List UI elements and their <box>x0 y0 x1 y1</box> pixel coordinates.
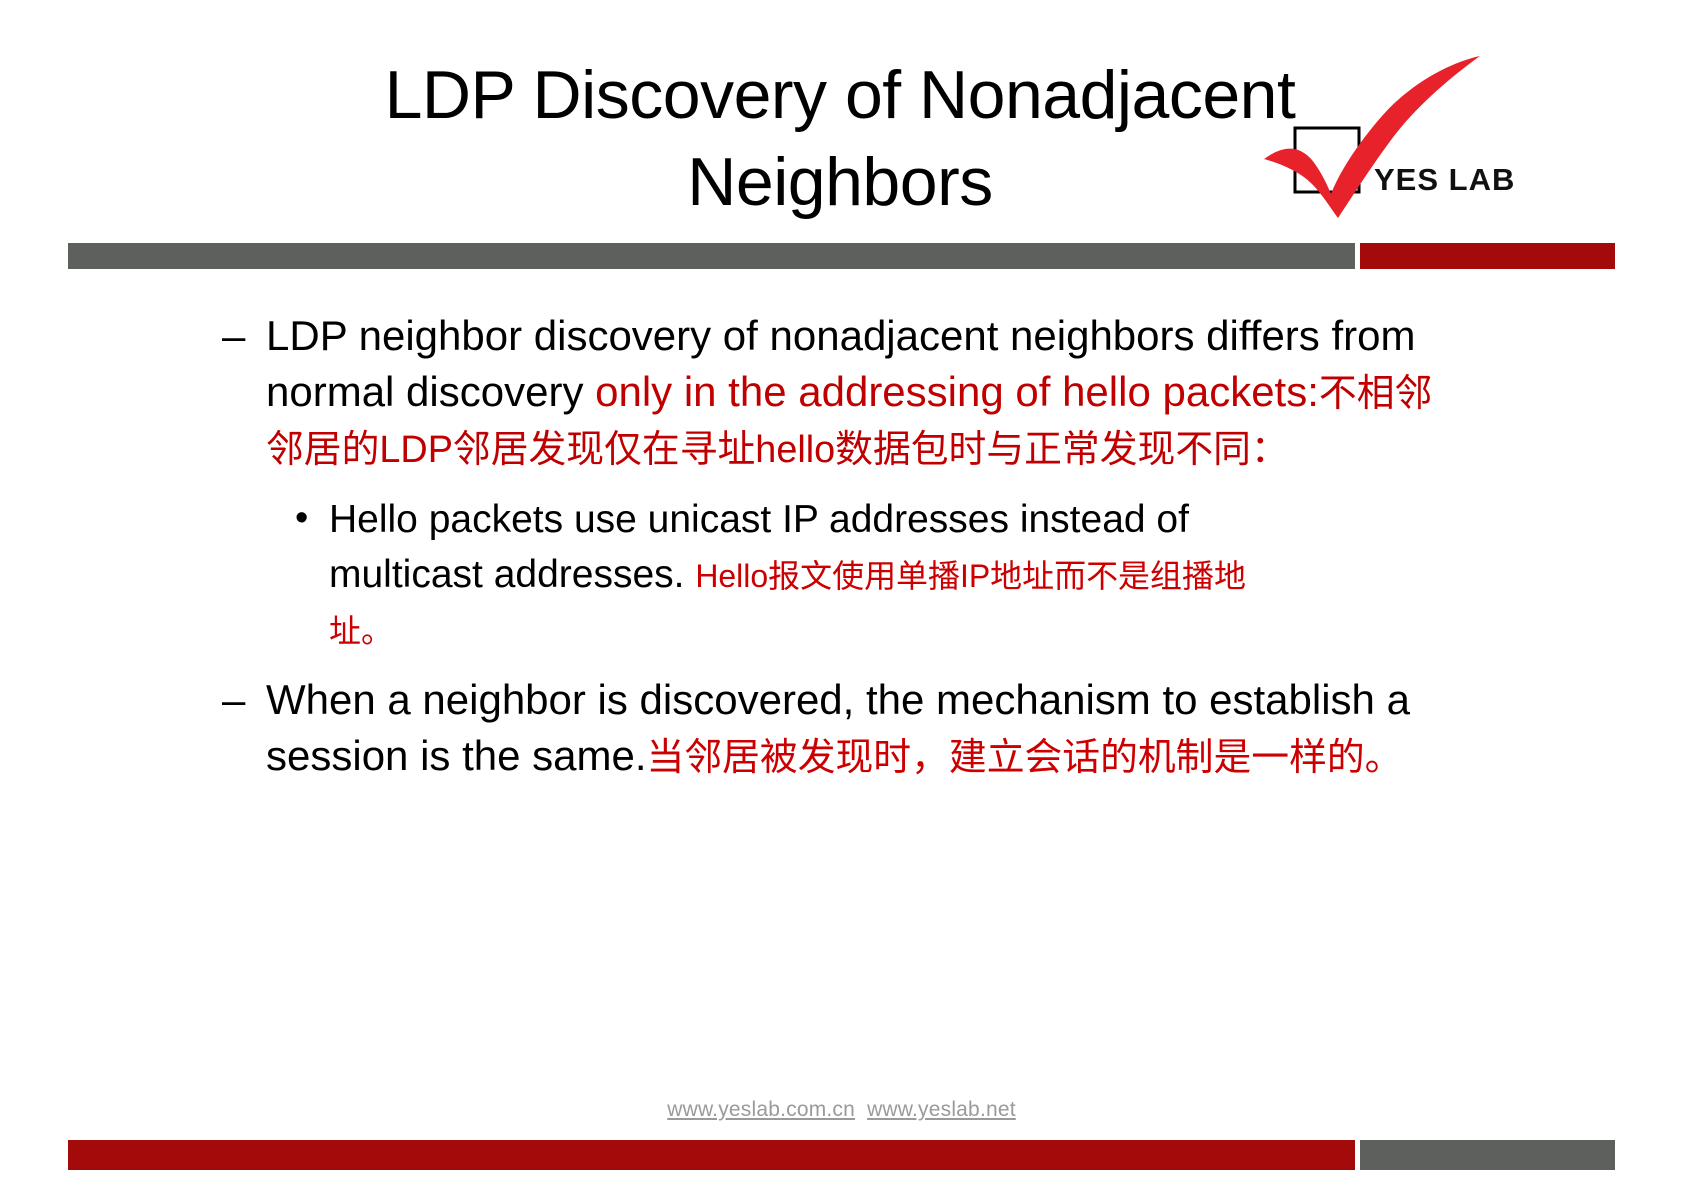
bottom-bar-gray-segment <box>1360 1140 1615 1170</box>
sub-bullet-text: Hello packets use unicast IP addresses i… <box>329 492 1304 658</box>
bullet-text: LDP neighbor discovery of nonadjacent ne… <box>266 308 1462 476</box>
bullet-marker-dash: – <box>222 312 246 359</box>
bullet-marker-dot: • <box>295 496 309 539</box>
top-bar-gray-segment <box>68 243 1355 269</box>
bullet-marker-dash: – <box>222 675 246 723</box>
bullet-text-red-cn: 当邻居被发现时，建立会话的机制是一样的。 <box>646 736 1403 779</box>
top-divider-bar <box>68 243 1615 269</box>
bullet-text-red-en: only in the addressing of hello packets: <box>595 367 1319 415</box>
sub-bullet-item: • Hello packets use unicast IP addresses… <box>222 492 1462 658</box>
yes-lab-logo: YES LAB <box>1262 48 1562 238</box>
slide-body: – LDP neighbor discovery of nonadjacent … <box>222 308 1462 789</box>
bullet-item: – LDP neighbor discovery of nonadjacent … <box>222 308 1462 476</box>
top-bar-red-segment <box>1360 243 1615 269</box>
bottom-bar-red-segment <box>68 1140 1355 1170</box>
footer-links: www.yeslab.com.cn www.yeslab.net <box>0 1098 1683 1122</box>
footer-link-yeslab-com-cn[interactable]: www.yeslab.com.cn <box>667 1098 855 1121</box>
footer-link-yeslab-net[interactable]: www.yeslab.net <box>867 1098 1016 1121</box>
bullet-text: When a neighbor is discovered, the mecha… <box>266 672 1462 784</box>
bottom-divider-bar <box>68 1140 1615 1170</box>
bullet-item: – When a neighbor is discovered, the mec… <box>222 672 1462 784</box>
logo-text: YES LAB <box>1374 162 1515 197</box>
slide-canvas: LDP Discovery of Nonadjacent Neighbors Y… <box>0 0 1683 1190</box>
